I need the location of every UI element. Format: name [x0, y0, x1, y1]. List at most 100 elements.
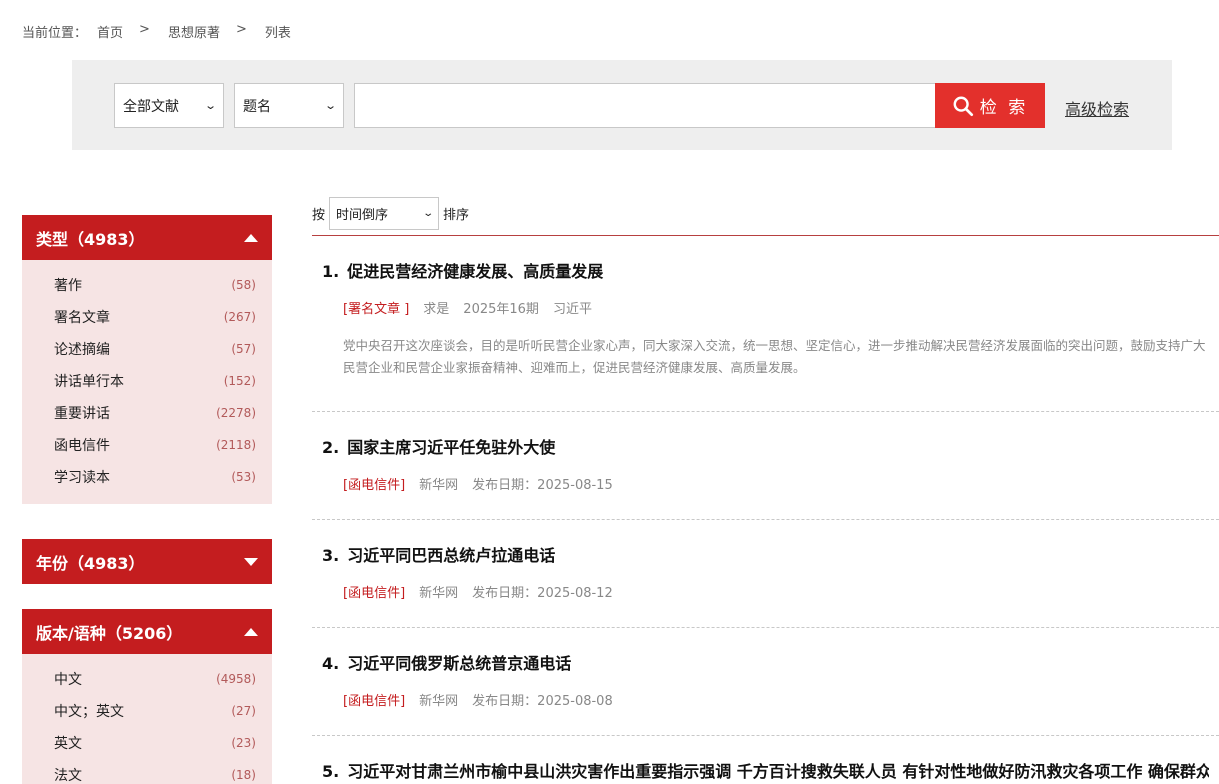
facet-item[interactable]: 函电信件 (2118)	[54, 429, 256, 461]
result-source: 求是	[423, 302, 450, 317]
facet-item-label: 讲话单行本	[54, 374, 124, 390]
scope-select-value: 全部文献	[123, 98, 179, 115]
facet-item-count: (57)	[231, 342, 256, 356]
result-title: 促进民营经济健康发展、高质量发展	[347, 262, 604, 281]
result-item: 2. 国家主席习近平任免驻外大使 [函电信件] 新华网 发布日期：2025-08-…	[312, 412, 1219, 520]
search-icon	[953, 96, 973, 116]
facet-item-count: (152)	[223, 374, 256, 388]
result-type-tag[interactable]: [函电信件]	[343, 690, 405, 709]
advanced-search-link[interactable]: 高级检索	[1065, 96, 1129, 120]
field-select-value: 题名	[243, 98, 271, 115]
facet-item-label: 署名文章	[54, 310, 110, 326]
result-title-link[interactable]: 4. 习近平同俄罗斯总统普京通电话	[322, 650, 1209, 674]
result-item: 3. 习近平同巴西总统卢拉通电话 [函电信件] 新华网 发布日期：2025-08-…	[312, 520, 1219, 628]
result-source: 新华网	[419, 694, 459, 709]
result-index: 4.	[322, 654, 340, 673]
facet-item[interactable]: 讲话单行本 (152)	[54, 365, 256, 397]
chevron-down-icon: ⌄	[203, 99, 217, 112]
facet-item[interactable]: 论述摘编 (57)	[54, 333, 256, 365]
facet-item[interactable]: 重要讲话 (2278)	[54, 397, 256, 429]
facet-item-count: (4958)	[216, 672, 256, 686]
facet-item-count: (53)	[231, 470, 256, 484]
breadcrumb-separator: >	[235, 22, 247, 37]
result-meta: [函电信件] 新华网 发布日期：2025-08-12	[322, 582, 1209, 601]
facet-type: 类型（4983） 著作 (58) 署名文章 (267) 论述摘编 (57) 讲话单行本…	[22, 215, 272, 504]
result-issue: 2025年16期	[463, 302, 539, 317]
facet-year-title: 年份（4983）	[36, 553, 145, 573]
scope-select[interactable]: 全部文献 ⌄	[114, 83, 224, 128]
facet-item-label: 英文	[54, 736, 82, 752]
search-button[interactable]: 检 索	[935, 83, 1045, 128]
breadcrumb-current: 列表	[264, 26, 291, 41]
result-type-tag[interactable]: [署名文章 ]	[343, 298, 409, 317]
facet-item-count: (18)	[231, 768, 256, 782]
collapse-arrow-icon	[244, 233, 258, 242]
collapse-arrow-icon	[244, 627, 258, 636]
facet-item-count: (27)	[231, 704, 256, 718]
result-date: 发布日期：2025-08-12	[472, 586, 613, 601]
result-title-link[interactable]: 3. 习近平同巴西总统卢拉通电话	[322, 542, 1209, 566]
search-input[interactable]	[354, 83, 936, 128]
facet-type-header[interactable]: 类型（4983）	[22, 215, 272, 260]
facet-item-label: 学习读本	[54, 470, 110, 486]
result-index: 1.	[322, 262, 340, 281]
result-abstract: 党中央召开这次座谈会，目的是听听民营企业家心声，同大家深入交流，统一思想、坚定信…	[343, 338, 1206, 375]
breadcrumb-separator: >	[139, 22, 150, 37]
result-date: 发布日期：2025-08-15	[472, 478, 613, 493]
facet-item-label: 中文；英文	[54, 704, 124, 720]
facet-item[interactable]: 署名文章 (267)	[54, 301, 256, 333]
sort-suffix: 排序	[443, 207, 470, 223]
facet-year-header[interactable]: 年份（4983）	[22, 539, 272, 584]
result-meta: [署名文章 ] 求是 2025年16期 习近平	[322, 298, 1209, 317]
result-source: 新华网	[419, 586, 459, 601]
result-type-tag[interactable]: [函电信件]	[343, 582, 405, 601]
result-title-link[interactable]: 5. 习近平对甘肃兰州市榆中县山洪灾害作出重要指示强调 千方百计搜救失联人员 有针…	[322, 758, 1209, 782]
breadcrumb-home-link[interactable]: 首页	[97, 22, 123, 41]
facet-item[interactable]: 法文 (18)	[54, 759, 256, 784]
result-title-link[interactable]: 2. 国家主席习近平任免驻外大使	[322, 434, 1209, 458]
result-type-tag[interactable]: [函电信件]	[343, 474, 405, 493]
result-item: 4. 习近平同俄罗斯总统普京通电话 [函电信件] 新华网 发布日期：2025-08…	[312, 628, 1219, 736]
result-item: 1. 促进民营经济健康发展、高质量发展 [署名文章 ] 求是 2025年16期 习…	[312, 236, 1219, 412]
facet-item-label: 著作	[54, 278, 82, 294]
breadcrumb-category-link[interactable]: 思想原著	[168, 22, 220, 41]
facet-edition-title: 版本/语种（5206）	[36, 623, 183, 643]
breadcrumb: 当前位置： 首页 > 思想原著 > 列表	[22, 22, 291, 41]
facet-item-count: (267)	[223, 310, 256, 324]
sort-select[interactable]: 时间倒序 ⌄	[329, 196, 440, 230]
breadcrumb-label: 当前位置：	[22, 26, 88, 41]
chevron-down-icon: ⌄	[421, 207, 434, 219]
facet-item-count: (2118)	[216, 438, 256, 452]
facet-item-label: 重要讲话	[54, 406, 110, 422]
facet-item[interactable]: 中文 (4958)	[54, 663, 256, 695]
result-source: 新华网	[419, 478, 459, 493]
search-button-label: 检 索	[979, 98, 1029, 118]
result-index: 2.	[322, 438, 340, 457]
facet-edition: 版本/语种（5206） 中文 (4958) 中文；英文 (27) 英文 (23) 法文…	[22, 609, 272, 784]
result-title: 习近平同巴西总统卢拉通电话	[347, 546, 556, 565]
facet-item[interactable]: 英文 (23)	[54, 727, 256, 759]
result-list: 1. 促进民营经济健康发展、高质量发展 [署名文章 ] 求是 2025年16期 习…	[312, 236, 1219, 782]
field-select[interactable]: 题名 ⌄	[234, 83, 344, 128]
sort-bar: 按 时间倒序 ⌄ 排序	[312, 196, 469, 230]
facet-item[interactable]: 著作 (58)	[54, 269, 256, 301]
facet-item-count: (58)	[231, 278, 256, 292]
result-index: 5.	[322, 762, 340, 781]
result-title: 习近平同俄罗斯总统普京通电话	[347, 654, 572, 673]
chevron-down-icon: ⌄	[323, 99, 337, 112]
facet-item[interactable]: 中文；英文 (27)	[54, 695, 256, 727]
expand-arrow-icon	[244, 557, 258, 566]
facet-edition-header[interactable]: 版本/语种（5206）	[22, 609, 272, 654]
facet-edition-list: 中文 (4958) 中文；英文 (27) 英文 (23) 法文 (18)	[22, 654, 272, 784]
result-date: 发布日期：2025-08-08	[472, 694, 613, 709]
result-author: 习近平	[552, 302, 592, 317]
result-meta: [函电信件] 新华网 发布日期：2025-08-08	[322, 690, 1209, 709]
facet-item[interactable]: 学习读本 (53)	[54, 461, 256, 493]
sort-select-value: 时间倒序	[336, 207, 389, 223]
result-meta: [函电信件] 新华网 发布日期：2025-08-15	[322, 474, 1209, 493]
search-bar: 全部文献 ⌄ 题名 ⌄ 检 索 高级检索	[72, 60, 1172, 150]
facet-item-label: 论述摘编	[54, 342, 110, 358]
result-title: 国家主席习近平任免驻外大使	[347, 438, 556, 457]
facet-item-label: 函电信件	[54, 438, 110, 454]
result-title-link[interactable]: 1. 促进民营经济健康发展、高质量发展	[322, 258, 1209, 282]
